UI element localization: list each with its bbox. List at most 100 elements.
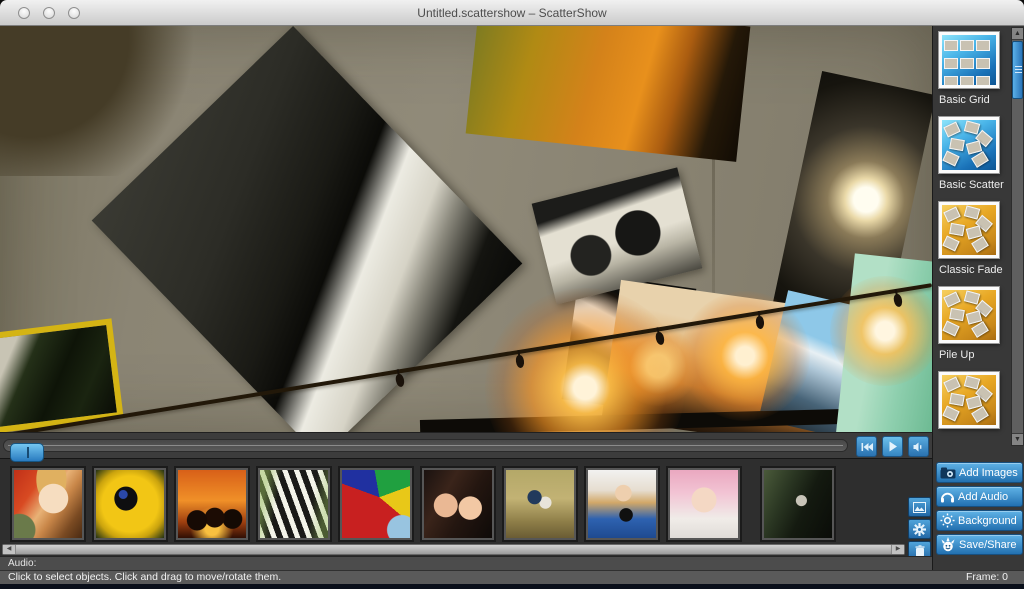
mini-photo [976,58,990,69]
scatter-photo-yellow-frame[interactable] [0,318,124,432]
background-button[interactable]: Background [936,510,1023,531]
template-scrollbar[interactable]: ▲ ▼ [1011,27,1024,446]
scattershow-window: Untitled.scattershow – ScatterShow Basic… [0,0,1024,589]
image-icon [913,502,926,513]
scroll-right-icon[interactable]: ▶ [891,545,904,554]
filmstrip-thumbnail-kite[interactable] [340,468,412,540]
mini-photo [964,120,980,134]
filmstrip-thumbnail-couple-kissing[interactable] [762,468,834,540]
template-preview-art [942,290,996,340]
template-thumbnail[interactable] [939,117,999,173]
template-label: Basic Grid [939,94,1011,106]
mini-photo [944,76,958,85]
mini-photo [976,76,990,85]
mini-photo [976,40,990,51]
camera-icon [940,467,956,479]
mini-photo [943,292,960,308]
template-label: Classic Fade [939,264,1011,276]
filmstrip-scrollbar[interactable]: ◀ ▶ [2,544,905,555]
mini-photo [949,138,965,151]
scatter-photo-bw-couple[interactable] [532,167,703,304]
mini-photo [944,58,958,69]
filmstrip-thumbnail-baby-pink-hat[interactable] [668,468,740,540]
window-close-icon[interactable] [18,7,30,19]
audio-status-row: Audio: [0,556,932,570]
save-share-label: Save/Share [959,539,1016,551]
add-images-button[interactable]: Add Images [936,462,1023,483]
audio-label: Audio: [8,558,36,569]
window-title: Untitled.scattershow – ScatterShow [120,0,904,26]
speaker-icon [913,442,925,452]
scroll-down-icon[interactable]: ▼ [1012,433,1023,445]
add-images-label: Add Images [959,467,1018,479]
mini-photo [942,321,959,337]
template-preview-art [942,375,996,425]
background-label: Background [958,515,1017,527]
mini-photo [971,151,989,168]
add-audio-label: Add Audio [958,491,1008,503]
scroll-up-icon[interactable]: ▲ [1012,28,1023,40]
filmstrip-thumbnail-two-women[interactable] [422,468,494,540]
template-thumbnail[interactable] [939,287,999,343]
sun-icon [940,513,955,528]
filmstrip-thumbnail-party-sunset[interactable] [176,468,248,540]
timeline-track[interactable] [3,439,848,452]
filmstrip-thumbnail-zebra[interactable] [258,468,330,540]
fit-image-button[interactable] [908,497,931,517]
mini-photo [949,308,965,321]
template-label: Basic Scatter [939,179,1011,191]
filmstrip-thumbnail-girl-red-hoodie[interactable] [12,468,84,540]
mini-photo [942,406,959,422]
play-button[interactable] [882,436,903,457]
mini-photo [964,290,980,304]
scatter-photo-autumn-trees[interactable] [466,26,751,162]
window-zoom-icon[interactable] [68,7,80,19]
template-item-5[interactable] [939,372,1011,428]
mini-photo [971,406,989,423]
mini-photo [964,205,980,219]
filmstrip-thumbnail-couple-in-grass[interactable] [504,468,576,540]
template-thumbnail[interactable] [939,202,999,258]
filmstrip-thumbnail-woman-with-camera[interactable] [586,468,658,540]
template-preview-art [942,120,996,170]
filmstrip-thumbnail-sunflower-butterfly[interactable] [94,468,166,540]
mute-button[interactable] [908,436,929,457]
scrollbar-thumb[interactable] [1012,41,1023,99]
rewind-button[interactable] [856,436,877,457]
mini-photo [960,58,974,69]
preview-canvas[interactable] [0,26,932,432]
template-preview-art [942,35,996,85]
template-item-pile-up[interactable]: Pile Up [939,287,1011,361]
scroll-left-icon[interactable]: ◀ [3,545,16,554]
timeline-handle[interactable] [10,443,44,462]
frame-counter: Frame: 0 [966,571,1008,584]
window-minimize-icon[interactable] [43,7,55,19]
desktop-edge [0,584,1024,589]
mini-photo [942,236,959,252]
filmstrip: ◀ ▶ [0,458,932,556]
template-preview-art [942,205,996,255]
add-audio-button[interactable]: Add Audio [936,486,1023,507]
template-item-classic-fade[interactable]: Classic Fade [939,202,1011,276]
template-thumbnail[interactable] [939,32,999,88]
mini-photo [944,40,958,51]
headphones-icon [940,490,955,503]
mini-photo [943,377,960,393]
template-item-basic-scatter[interactable]: Basic Scatter [939,117,1011,191]
status-hint: Click to select objects. Click and drag … [8,571,281,584]
mini-photo [964,375,980,389]
transport-bar [0,432,932,458]
light-bulb [515,355,525,369]
filmstrip-thumbs [0,468,905,546]
gear-icon [913,523,926,536]
mini-photo [960,76,974,85]
template-item-basic-grid[interactable]: Basic Grid [939,32,1011,106]
mini-photo [943,122,960,138]
mini-photo [942,151,959,167]
mini-photo [971,236,989,253]
settings-button[interactable] [908,519,931,539]
template-list: Basic Grid Basic Scatter Classic Fade Pile … [933,26,1011,446]
save-share-button[interactable]: Save/Share [936,534,1023,555]
template-thumbnail[interactable] [939,372,999,428]
titlebar: Untitled.scattershow – ScatterShow [0,0,1024,26]
